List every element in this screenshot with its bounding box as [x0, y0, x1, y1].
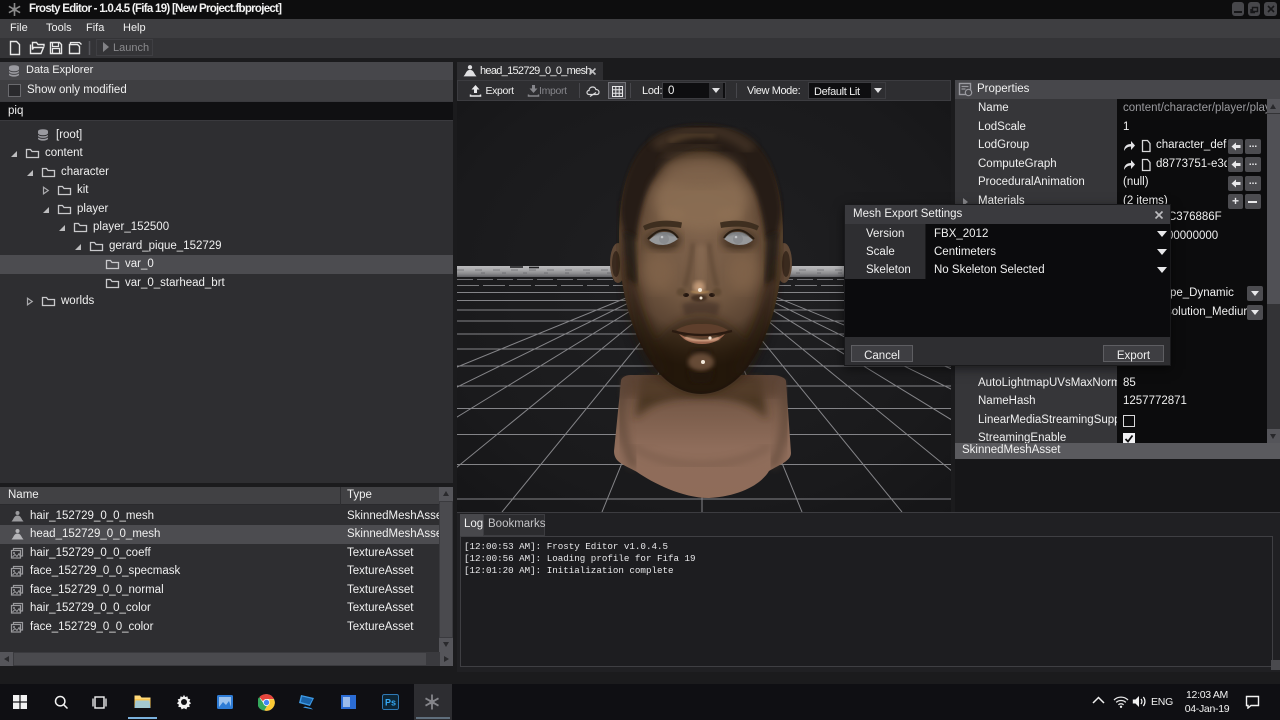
- svg-text:Ps: Ps: [385, 698, 396, 708]
